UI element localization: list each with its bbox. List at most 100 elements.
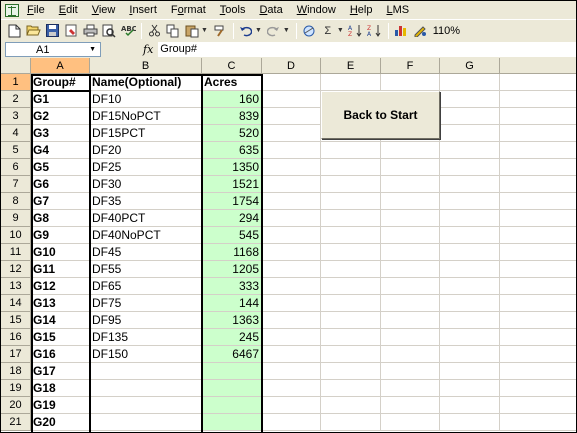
empty-cell[interactable] [262, 74, 321, 91]
select-all-corner[interactable] [1, 58, 31, 74]
empty-cell[interactable] [381, 176, 440, 193]
redo-dropdown-icon[interactable]: ▼ [283, 27, 290, 34]
header-cell-name[interactable]: Name(Optional) [90, 74, 202, 91]
print-icon[interactable] [81, 22, 99, 40]
empty-cell[interactable] [381, 295, 440, 312]
menu-view[interactable]: View [90, 3, 118, 17]
empty-cell[interactable] [440, 363, 500, 380]
paste-icon[interactable] [183, 22, 201, 40]
empty-cell[interactable] [440, 142, 500, 159]
empty-cell[interactable] [262, 125, 321, 142]
name-box[interactable]: A1 ▼ [5, 42, 101, 57]
empty-cell[interactable] [381, 142, 440, 159]
column-header-e[interactable]: E [321, 58, 381, 74]
empty-cell[interactable] [321, 210, 381, 227]
name-cell[interactable]: DF25 [90, 159, 202, 176]
drawing-icon[interactable] [411, 22, 429, 40]
new-icon[interactable] [5, 22, 23, 40]
empty-cell[interactable] [500, 74, 576, 91]
empty-cell[interactable] [440, 346, 500, 363]
empty-cell[interactable] [262, 329, 321, 346]
empty-cell[interactable] [500, 244, 576, 261]
empty-cell[interactable] [381, 159, 440, 176]
name-box-dropdown-icon[interactable]: ▼ [89, 46, 96, 53]
formula-input[interactable]: Group# [158, 42, 576, 57]
empty-cell[interactable] [500, 329, 576, 346]
empty-cell[interactable] [262, 176, 321, 193]
empty-cell[interactable] [440, 278, 500, 295]
empty-cell[interactable] [262, 295, 321, 312]
header-cell-acres[interactable]: Acres [202, 74, 262, 91]
empty-cell[interactable] [321, 380, 381, 397]
paste-dropdown-icon[interactable]: ▼ [201, 27, 208, 34]
menu-format[interactable]: Format [169, 3, 208, 17]
group-cell[interactable]: G4 [31, 142, 90, 159]
empty-cell[interactable] [262, 363, 321, 380]
group-cell[interactable]: G6 [31, 176, 90, 193]
column-header-f[interactable]: F [381, 58, 440, 74]
empty-cell[interactable] [440, 91, 500, 108]
zoom-box[interactable]: 110% [433, 25, 460, 37]
name-cell[interactable]: DF35 [90, 193, 202, 210]
group-cell[interactable]: G3 [31, 125, 90, 142]
empty-cell[interactable] [321, 74, 381, 91]
empty-cell[interactable] [321, 414, 381, 431]
group-cell[interactable]: G20 [31, 414, 90, 431]
acres-cell[interactable]: 1168 [202, 244, 262, 261]
empty-cell[interactable] [262, 414, 321, 431]
menu-file[interactable]: File [25, 3, 47, 17]
empty-cell[interactable] [262, 193, 321, 210]
empty-cell[interactable] [381, 414, 440, 431]
empty-cell[interactable] [440, 227, 500, 244]
group-cell[interactable]: G2 [31, 108, 90, 125]
empty-cell[interactable] [321, 278, 381, 295]
name-cell[interactable]: DF20 [90, 142, 202, 159]
name-cell[interactable]: DF40NoPCT [90, 227, 202, 244]
empty-cell[interactable] [321, 363, 381, 380]
sort-descending-icon[interactable]: ZA [366, 22, 384, 40]
name-cell[interactable]: DF95 [90, 312, 202, 329]
name-cell[interactable] [90, 397, 202, 414]
group-cell[interactable]: G11 [31, 261, 90, 278]
empty-cell[interactable] [500, 312, 576, 329]
row-header[interactable]: 20 [1, 397, 31, 414]
row-header[interactable]: 19 [1, 380, 31, 397]
empty-cell[interactable] [381, 329, 440, 346]
empty-cell[interactable] [321, 295, 381, 312]
name-cell[interactable]: DF65 [90, 278, 202, 295]
format-painter-icon[interactable] [211, 22, 229, 40]
name-cell[interactable]: DF15PCT [90, 125, 202, 142]
chart-wizard-icon[interactable] [392, 22, 410, 40]
group-cell[interactable]: G17 [31, 363, 90, 380]
empty-cell[interactable] [440, 74, 500, 91]
empty-cell[interactable] [500, 278, 576, 295]
excel-app-icon[interactable] [5, 3, 19, 17]
group-cell[interactable]: G16 [31, 346, 90, 363]
row-header[interactable]: 7 [1, 176, 31, 193]
empty-cell[interactable] [321, 142, 381, 159]
acres-cell[interactable]: 1363 [202, 312, 262, 329]
menu-data[interactable]: Data [257, 3, 284, 17]
empty-cell[interactable] [500, 176, 576, 193]
empty-cell[interactable] [381, 244, 440, 261]
row-header[interactable]: 3 [1, 108, 31, 125]
name-cell[interactable] [90, 363, 202, 380]
undo-icon[interactable] [237, 22, 255, 40]
acres-cell[interactable]: 245 [202, 329, 262, 346]
empty-cell[interactable] [321, 244, 381, 261]
row-header[interactable]: 9 [1, 210, 31, 227]
empty-cell[interactable] [321, 397, 381, 414]
row-header[interactable]: 10 [1, 227, 31, 244]
empty-cell[interactable] [262, 312, 321, 329]
empty-cell[interactable] [381, 193, 440, 210]
empty-cell[interactable] [321, 261, 381, 278]
name-cell[interactable]: DF10 [90, 91, 202, 108]
empty-cell[interactable] [500, 210, 576, 227]
empty-cell[interactable] [440, 414, 500, 431]
open-icon[interactable] [24, 22, 42, 40]
empty-cell[interactable] [321, 227, 381, 244]
empty-cell[interactable] [500, 346, 576, 363]
empty-cell[interactable] [262, 397, 321, 414]
acres-cell[interactable] [202, 397, 262, 414]
row-header[interactable]: 6 [1, 159, 31, 176]
